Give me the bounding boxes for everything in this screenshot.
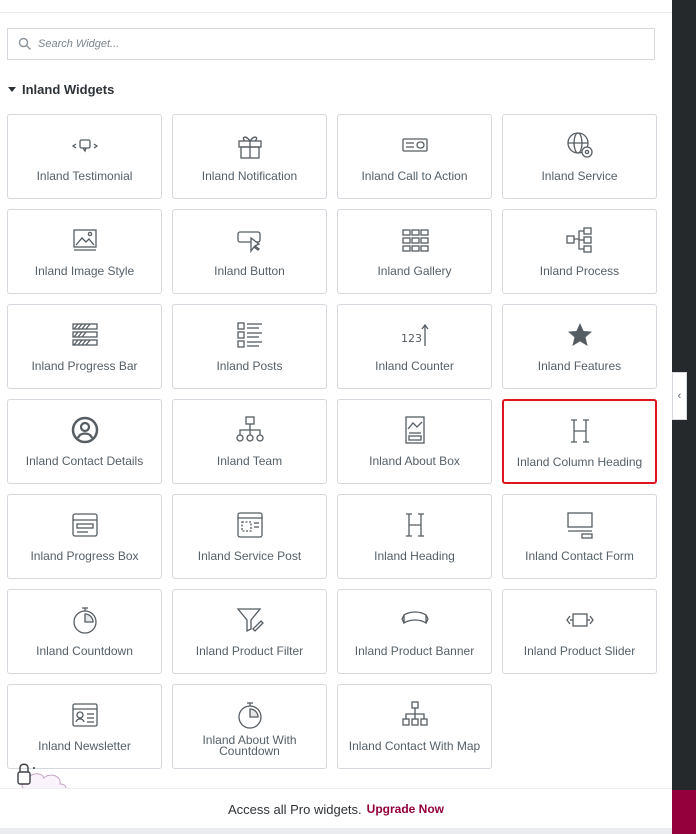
- newsletter-icon: [69, 699, 101, 731]
- progress-box-icon: [69, 509, 101, 541]
- widget-label: Inland Contact Details: [25, 454, 144, 468]
- widget-panel: Inland Widgets Inland Testimonial Inland …: [0, 0, 672, 834]
- widget-tile[interactable]: Inland Newsletter: [7, 684, 162, 769]
- widget-label: Inland Features: [537, 359, 622, 373]
- widget-label: Inland Newsletter: [38, 739, 131, 753]
- about-box-icon: [399, 414, 431, 446]
- widget-tile[interactable]: Inland Product Slider: [502, 589, 657, 674]
- posts-list-icon: [234, 319, 266, 351]
- svg-text:123: 123: [401, 332, 422, 345]
- accent-block: [672, 790, 696, 834]
- org-chart-icon: [234, 414, 266, 446]
- widget-label: Inland Service: [541, 169, 618, 183]
- widget-label: Inland Team: [216, 454, 283, 468]
- globe-gear-icon: [564, 129, 596, 161]
- widget-label: Inland Progress Box: [30, 549, 139, 563]
- widget-tile[interactable]: Inland Product Filter: [172, 589, 327, 674]
- pro-upgrade-bar: Access all Pro widgets. Upgrade Now: [0, 788, 672, 829]
- widget-label: Inland About With Countdown: [202, 733, 297, 758]
- widget-tile[interactable]: Inland Service: [502, 114, 657, 199]
- widget-tile[interactable]: Inland Progress Box: [7, 494, 162, 579]
- widget-label: Inland Testimonial: [36, 169, 133, 183]
- widget-tile[interactable]: Inland Column Heading: [502, 399, 657, 484]
- progress-bar-icon: [69, 319, 101, 351]
- search-box[interactable]: [7, 28, 655, 60]
- widget-label: Inland Process: [539, 264, 620, 278]
- widget-tile[interactable]: Inland Testimonial: [7, 114, 162, 199]
- widget-tile[interactable]: Inland Service Post: [172, 494, 327, 579]
- pro-promo-text: Access all Pro widgets.: [227, 801, 362, 817]
- widget-label: Inland About Box: [369, 454, 460, 468]
- heading-icon: [564, 415, 596, 447]
- star-icon: [564, 319, 596, 351]
- user-circle-icon: [69, 414, 101, 446]
- widget-tile[interactable]: Inland Contact Form: [502, 494, 657, 579]
- widget-label: Inland Call to Action: [361, 169, 468, 183]
- category-title: Inland Widgets: [22, 82, 115, 97]
- process-icon: [564, 224, 596, 256]
- gallery-grid-icon: [399, 224, 431, 256]
- widget-label: Inland Product Banner: [354, 644, 475, 658]
- widget-tile[interactable]: Inland Product Banner: [337, 589, 492, 674]
- widget-label: Inland Column Heading: [516, 455, 643, 469]
- widget-tile[interactable]: Inland Image Style: [7, 209, 162, 294]
- widget-tile[interactable]: Inland Process: [502, 209, 657, 294]
- widget-tile[interactable]: Inland Progress Bar: [7, 304, 162, 389]
- upgrade-now-link[interactable]: Upgrade Now: [367, 802, 444, 816]
- widget-label: Inland Counter: [375, 359, 454, 373]
- testimonial-icon: [69, 129, 101, 161]
- widget-tile[interactable]: Inland Features: [502, 304, 657, 389]
- widget-label: Inland Heading: [374, 549, 455, 563]
- button-cursor-icon: [234, 224, 266, 256]
- contact-form-icon: [564, 509, 596, 541]
- sitemap-icon: [399, 699, 431, 731]
- footer-strip: [0, 828, 672, 834]
- widget-label: Inland Progress Bar: [31, 359, 138, 373]
- widget-tile[interactable]: Inland Call to Action: [337, 114, 492, 199]
- call-to-action-icon: [399, 129, 431, 161]
- category-header[interactable]: Inland Widgets: [8, 82, 114, 97]
- widget-label: Inland Product Slider: [523, 644, 636, 658]
- widget-label: Inland Image Style: [34, 264, 135, 278]
- stopwatch-icon: [69, 604, 101, 636]
- image-icon: [69, 224, 101, 256]
- slider-icon: [564, 604, 596, 636]
- widget-label: Inland Contact With Map: [348, 739, 481, 753]
- collapse-panel-button[interactable]: ‹: [672, 372, 687, 420]
- widget-label: Inland Countdown: [36, 644, 133, 658]
- filter-icon: [234, 604, 266, 636]
- counter-icon: 123: [399, 319, 431, 351]
- search-input[interactable]: [38, 29, 638, 59]
- service-post-icon: [234, 509, 266, 541]
- stopwatch-icon: [234, 699, 266, 731]
- widget-tile[interactable]: Inland Countdown: [7, 589, 162, 674]
- widget-tile[interactable]: Inland Heading: [337, 494, 492, 579]
- widget-label: Inland Button: [214, 264, 285, 278]
- widget-label: Inland Posts: [216, 359, 283, 373]
- widget-tile[interactable]: Inland Notification: [172, 114, 327, 199]
- widget-tile[interactable]: Inland Contact Details: [7, 399, 162, 484]
- widget-tile[interactable]: 123 Inland Counter: [337, 304, 492, 389]
- search-icon: [18, 37, 31, 50]
- widget-tile[interactable]: Inland About Box: [337, 399, 492, 484]
- widget-label: Inland Service Post: [197, 549, 302, 563]
- widget-label: Inland Notification: [201, 169, 298, 183]
- banner-icon: [399, 604, 431, 636]
- widget-tile[interactable]: Inland Button: [172, 209, 327, 294]
- widget-tile[interactable]: Inland Team: [172, 399, 327, 484]
- gift-icon: [234, 129, 266, 161]
- chevron-left-icon: ‹: [677, 390, 682, 402]
- caret-down-icon: [8, 87, 16, 92]
- widget-tile[interactable]: Inland Contact With Map: [337, 684, 492, 769]
- divider: [0, 12, 672, 13]
- heading-icon: [399, 509, 431, 541]
- widget-label: Inland Product Filter: [195, 644, 304, 658]
- widget-tile[interactable]: Inland About With Countdown: [172, 684, 327, 769]
- widget-label: Inland Contact Form: [525, 549, 634, 563]
- widget-tile[interactable]: Inland Posts: [172, 304, 327, 389]
- widget-label: Inland Gallery: [377, 264, 452, 278]
- widget-tile[interactable]: Inland Gallery: [337, 209, 492, 294]
